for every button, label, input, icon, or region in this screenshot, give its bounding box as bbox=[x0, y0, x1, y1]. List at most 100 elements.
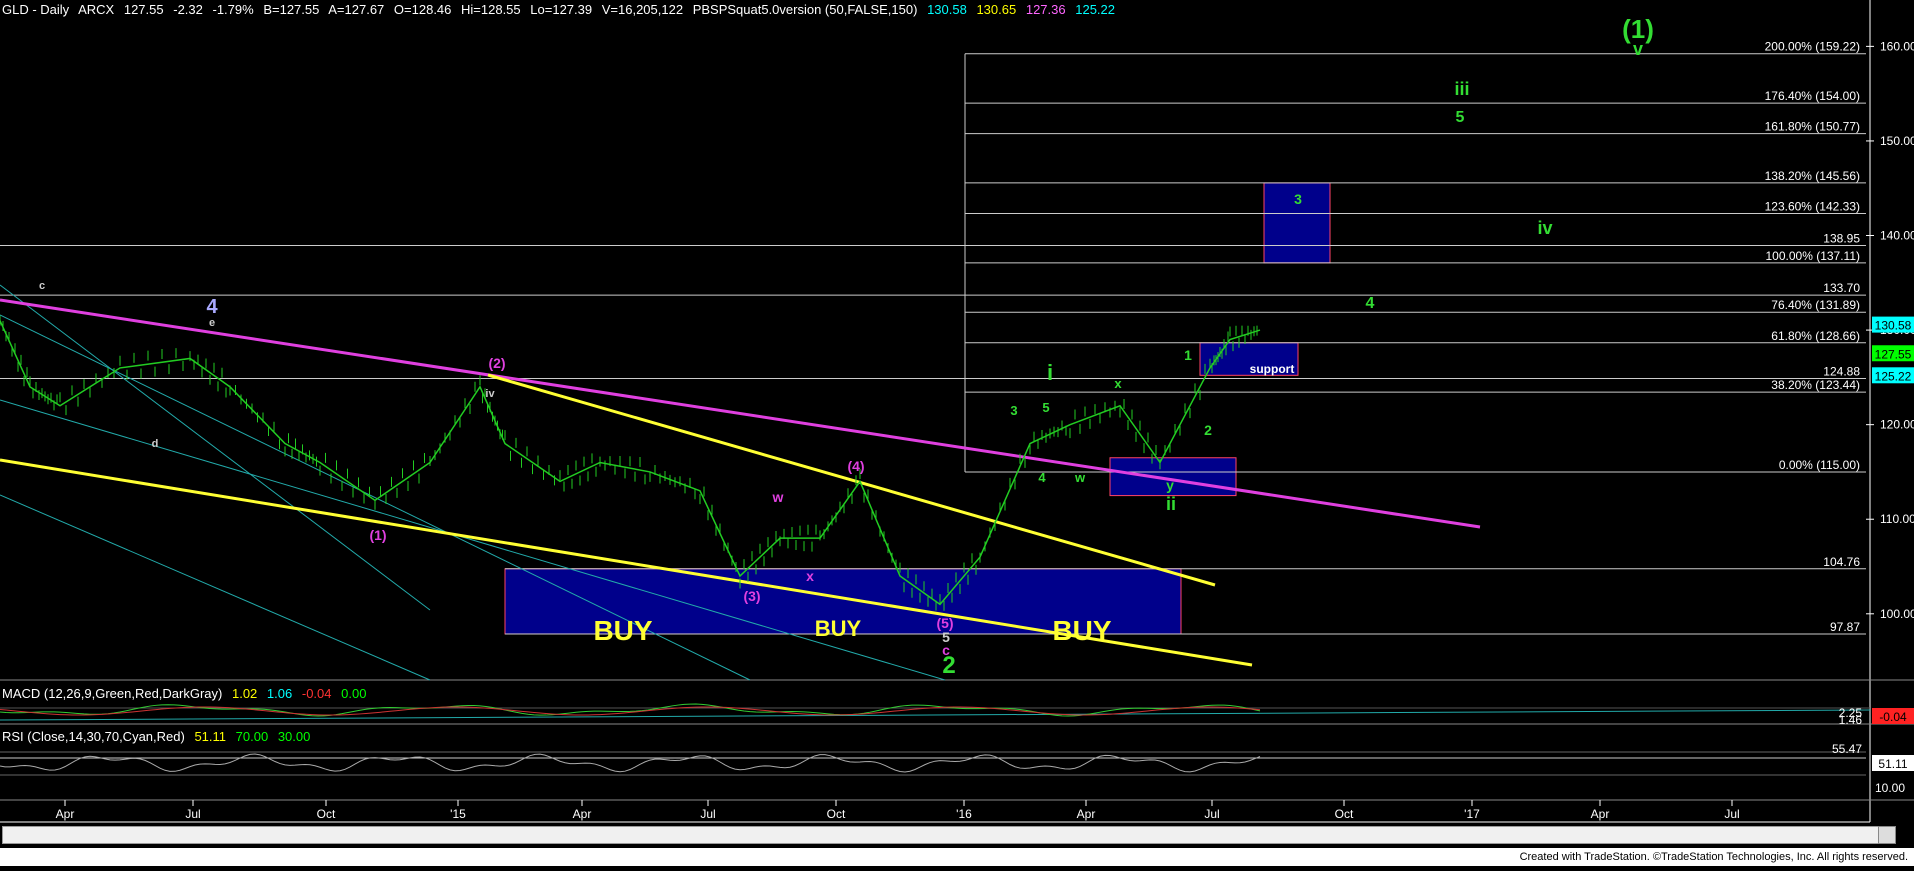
y-tick-label: 110.00 bbox=[1880, 512, 1914, 526]
magenta-trendline bbox=[0, 298, 1481, 529]
wave-label: BUY bbox=[815, 616, 862, 641]
wave-label: 1 bbox=[1184, 347, 1192, 363]
wave-label: 4 bbox=[206, 296, 218, 318]
macd-label: MACD (12,26,9,Green,Red,DarkGray) bbox=[2, 686, 223, 701]
macd-header: MACD (12,26,9,Green,Red,DarkGray) 1.02 1… bbox=[2, 686, 372, 701]
rsi-tag-label: 55.47 bbox=[1832, 742, 1862, 756]
macd-value-2: 1.06 bbox=[266, 686, 293, 701]
x-tick-label: '17 bbox=[1464, 807, 1480, 821]
ask-value: A=127.67 bbox=[328, 2, 385, 17]
x-tick-label: Apr bbox=[1591, 807, 1610, 821]
x-tick-label: Oct bbox=[1335, 807, 1354, 821]
x-tick-label: Jul bbox=[700, 807, 715, 821]
change-value: -2.32 bbox=[173, 2, 203, 17]
wave-label: (1) bbox=[369, 527, 386, 543]
macd-tag-label: 1.46 bbox=[1839, 713, 1863, 727]
wave-label: support bbox=[1250, 362, 1295, 376]
fib-label: 200.00% (159.22) bbox=[1765, 40, 1860, 54]
x-tick-label: Apr bbox=[1077, 807, 1096, 821]
y-tick-label: 150.00 bbox=[1880, 134, 1914, 148]
level-label: 138.95 bbox=[1823, 231, 1860, 245]
wave-label: BUY bbox=[593, 615, 652, 646]
bid-value: B=127.55 bbox=[263, 2, 320, 17]
rsi-line bbox=[0, 753, 1261, 773]
fib-label: 138.20% (145.56) bbox=[1765, 169, 1860, 183]
wave-label: 3 bbox=[1010, 403, 1017, 418]
wave-label: e bbox=[209, 317, 215, 329]
x-tick-label: '15 bbox=[450, 807, 466, 821]
wave-label: v bbox=[1633, 39, 1643, 59]
study-value-3: 127.36 bbox=[1025, 2, 1066, 17]
horizontal-scrollbar[interactable] bbox=[2, 826, 1882, 844]
wave-label: 5 bbox=[1456, 109, 1465, 126]
wave-label: 2 bbox=[942, 652, 955, 679]
rsi-value-2: 70.00 bbox=[235, 729, 269, 744]
wave-label: 4 bbox=[1038, 470, 1046, 485]
exchange-label: ARCX bbox=[78, 2, 115, 17]
level-label: 133.70 bbox=[1823, 281, 1860, 295]
fib-label: 38.20% (123.44) bbox=[1771, 378, 1860, 392]
fib-label: 100.00% (137.11) bbox=[1765, 249, 1860, 263]
price-tag-label: 127.55 bbox=[1875, 347, 1912, 361]
macd-value-3: -0.04 bbox=[301, 686, 332, 701]
symbol-label: GLD - Daily bbox=[2, 2, 70, 17]
y-tick-label: 160.00 bbox=[1880, 39, 1914, 53]
wave-label: (3) bbox=[743, 588, 760, 604]
study-value-4: 125.22 bbox=[1075, 2, 1115, 17]
chart-header: GLD - Daily ARCX 127.55 -2.32 -1.79% B=1… bbox=[2, 2, 1121, 17]
wave-label: 3 bbox=[1294, 191, 1302, 207]
level-label: 104.76 bbox=[1823, 555, 1860, 569]
rsi-tag-label: 10.00 bbox=[1875, 781, 1905, 795]
footer-text: Created with TradeStation. ©TradeStation… bbox=[1519, 851, 1908, 863]
x-tick-label: Apr bbox=[56, 807, 75, 821]
x-tick-label: Jul bbox=[1724, 807, 1739, 821]
fib-label: 76.40% (131.89) bbox=[1771, 298, 1860, 312]
x-tick-label: Oct bbox=[317, 807, 336, 821]
rsi-value-1: 51.11 bbox=[194, 729, 227, 744]
wave-label: BUY bbox=[1052, 615, 1111, 646]
wave-label: (2) bbox=[488, 355, 505, 371]
wave-label: 2 bbox=[1204, 422, 1212, 438]
wave-label: 4 bbox=[1366, 295, 1375, 312]
wave-label: c bbox=[39, 280, 45, 292]
wave-label: w bbox=[772, 489, 784, 505]
wave-label: x bbox=[1114, 376, 1122, 391]
wave-label: iii bbox=[1454, 79, 1469, 99]
x-tick-label: '16 bbox=[956, 807, 972, 821]
fib-label: 61.80% (128.66) bbox=[1771, 329, 1860, 343]
rsi-header: RSI (Close,14,30,70,Cyan,Red) 51.11 70.0… bbox=[2, 729, 316, 744]
wave-label: iv bbox=[485, 388, 495, 400]
low-value: Lo=127.39 bbox=[530, 2, 593, 17]
y-tick-label: 100.00 bbox=[1880, 607, 1914, 621]
macd-value-4: 0.00 bbox=[341, 686, 367, 701]
macd-value-1: 1.02 bbox=[231, 686, 258, 701]
channel-line bbox=[0, 494, 431, 681]
rsi-value-3: 30.00 bbox=[277, 729, 311, 744]
x-tick-label: Apr bbox=[573, 807, 592, 821]
wave-label: ii bbox=[1166, 494, 1176, 514]
scroll-right-button[interactable] bbox=[1878, 826, 1896, 844]
y-tick-label: 140.00 bbox=[1880, 229, 1914, 243]
x-tick-label: Jul bbox=[185, 807, 200, 821]
wave-label: d bbox=[152, 438, 159, 450]
x-tick-label: Oct bbox=[827, 807, 846, 821]
x-tick-label: Jul bbox=[1204, 807, 1219, 821]
wave-label: x bbox=[806, 568, 814, 584]
volume-value: V=16,205,122 bbox=[601, 2, 684, 17]
fib-label: 176.40% (154.00) bbox=[1765, 89, 1860, 103]
level-label: 124.88 bbox=[1823, 365, 1860, 379]
price-tag-label: 125.22 bbox=[1875, 369, 1912, 383]
change-pct: -1.79% bbox=[212, 2, 254, 17]
wave-label: 5 bbox=[1042, 400, 1049, 415]
study-value-1: 130.58 bbox=[927, 2, 967, 17]
fib-label: 161.80% (150.77) bbox=[1765, 120, 1860, 134]
y-tick-label: 120.00 bbox=[1880, 418, 1914, 432]
yellow-trendline-upper bbox=[487, 373, 1216, 587]
open-value: O=128.46 bbox=[393, 2, 452, 17]
wave-label: iv bbox=[1537, 218, 1552, 238]
wave-label: (4) bbox=[847, 458, 864, 474]
fib-label: 0.00% (115.00) bbox=[1779, 458, 1860, 472]
macd-tag-label: -0.04 bbox=[1879, 710, 1907, 724]
level-label: 97.87 bbox=[1830, 620, 1860, 634]
study-value-2: 130.65 bbox=[976, 2, 1017, 17]
